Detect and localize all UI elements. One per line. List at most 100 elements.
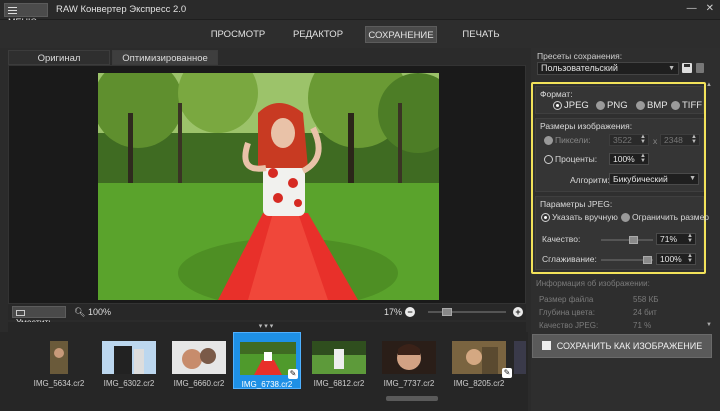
size-title: Размеры изображения: [540, 121, 633, 131]
quality-label: Качество: [542, 234, 581, 244]
filmstrip: IMG_5634.cr2 IMG_6302.cr2 IMG_6660.cr2 ✎… [0, 332, 528, 411]
thumbnail[interactable]: IMG_7737.cr2 [374, 332, 444, 392]
thumbnail-partial[interactable] [514, 332, 526, 392]
jpeg-limit-option[interactable]: Ограничить размер [621, 212, 709, 223]
scroll-down-icon[interactable]: ▼ [706, 322, 712, 328]
info-title: Информация об изображении: [536, 279, 650, 288]
zoom-bar: Уместить 🔍︎ 100% 17% − + [8, 304, 526, 327]
quality-slider[interactable] [601, 236, 653, 244]
scroll-up-icon[interactable]: ▲ [706, 82, 712, 88]
preview-photo [98, 73, 439, 300]
info-key: Качество JPEG: [539, 321, 599, 330]
smoothing-slider[interactable] [601, 256, 653, 264]
spinner-icon: ▲ ▼ [691, 134, 697, 145]
panel-scrollbar[interactable]: ▲ ▼ [705, 82, 712, 330]
format-title: Формат: [540, 89, 573, 99]
tab-save[interactable]: СОХРАНЕНИЕ [365, 26, 437, 43]
app-title: RAW Конвертер Экспресс 2.0 [56, 4, 187, 15]
algorithm-label: Алгоритм: [570, 175, 610, 185]
chevron-down-icon: ▼ [668, 65, 675, 72]
thumbnail-image [94, 341, 164, 374]
menu-button[interactable]: МЕНЮ [4, 3, 48, 27]
jpeg-manual-option[interactable]: Указать вручную [541, 212, 618, 223]
radio-icon [553, 101, 562, 110]
info-value: 24 бит [633, 308, 657, 317]
format-tiff[interactable]: TIFF [671, 100, 702, 111]
minimize-icon[interactable]: — [687, 3, 697, 14]
thumbnail[interactable]: IMG_6812.cr2 [304, 332, 374, 392]
edited-badge-icon: ✎ [288, 369, 298, 379]
spinner-icon: ▲ ▼ [640, 153, 646, 164]
quality-slider-thumb[interactable] [629, 236, 638, 244]
format-jpeg[interactable]: JPEG [553, 100, 589, 111]
smoothing-input[interactable]: 100% ▲ ▼ [656, 253, 696, 265]
title-bar: МЕНЮ RAW Конвертер Экспресс 2.0 — ✕ [0, 0, 720, 27]
radio-icon [636, 101, 645, 110]
save-preset-icon[interactable] [682, 63, 692, 73]
save-as-image-button[interactable]: СОХРАНИТЬ КАК ИЗОБРАЖЕНИЕ [532, 334, 712, 358]
width-input[interactable]: 3522 ▲ ▼ [609, 134, 649, 146]
info-key: Размер файла [539, 295, 594, 304]
hamburger-icon [8, 5, 17, 16]
size-section: Размеры изображения: Пиксели: 3522 ▲ ▼ x 2… [535, 118, 704, 192]
chevron-down-icon: ▼ [689, 175, 696, 182]
size-x-separator: x [653, 136, 658, 146]
settings-highlight: Формат: JPEG PNG BMP TIFF Размеры изобра… [531, 82, 709, 274]
actual-size-label: 100% [87, 307, 111, 317]
magnifier-icon: 🔍︎ [74, 307, 86, 317]
thumbnail-label: IMG_6738.cr2 [241, 380, 293, 389]
tab-view[interactable]: ПРОСМОТР [206, 26, 270, 43]
jpeg-section: Параметры JPEG: Указать вручную Ограничи… [535, 196, 709, 270]
radio-icon [544, 154, 553, 164]
height-input[interactable]: 2348 ▲ ▼ [660, 134, 700, 146]
algorithm-select[interactable]: Бикубический ▼ [609, 173, 699, 185]
thumbnail-label: IMG_6660.cr2 [173, 379, 225, 388]
thumbnail[interactable]: ✎ IMG_8205.cr2 [444, 332, 514, 392]
preset-value: Пользовательский [541, 63, 618, 73]
percent-input[interactable]: 100% ▲ ▼ [609, 153, 649, 165]
tab-print[interactable]: ПЕЧАТЬ [452, 26, 510, 43]
radio-icon [621, 212, 630, 222]
zoom-slider-thumb[interactable] [442, 308, 452, 316]
preset-select[interactable]: Пользовательский ▼ [537, 62, 679, 75]
thumbnail-image [304, 341, 374, 374]
filmstrip-scrollbar[interactable] [386, 396, 438, 401]
jpeg-title: Параметры JPEG: [540, 199, 613, 209]
thumbnail-image [164, 341, 234, 374]
thumbnail[interactable]: IMG_6302.cr2 [94, 332, 164, 392]
format-png[interactable]: PNG [596, 100, 628, 111]
zoom-in-button[interactable]: + [513, 307, 523, 317]
tab-original[interactable]: Оригинал [8, 50, 110, 65]
image-viewer[interactable] [8, 65, 526, 304]
radio-icon [596, 101, 605, 110]
zoom-out-button[interactable]: − [405, 307, 415, 317]
save-icon [541, 341, 551, 351]
thumbnail-image [374, 341, 444, 374]
thumbnail[interactable]: IMG_6660.cr2 [164, 332, 234, 392]
save-as-label: СОХРАНИТЬ КАК ИЗОБРАЖЕНИЕ [556, 341, 703, 351]
smoothing-slider-thumb[interactable] [643, 256, 652, 264]
filmstrip-toggle[interactable]: ▾▾▾ [8, 322, 526, 332]
actual-size-control[interactable]: 🔍︎ 100% [74, 307, 111, 318]
format-bmp[interactable]: BMP [636, 100, 668, 111]
window-controls: — ✕ [687, 3, 714, 14]
presets-label: Пресеты сохранения: [537, 51, 623, 61]
edited-badge-icon: ✎ [502, 368, 512, 378]
close-icon[interactable]: ✕ [706, 3, 714, 14]
size-pixels-option[interactable]: Пиксели: [544, 135, 590, 146]
main-nav: ПРОСМОТР РЕДАКТОР СОХРАНЕНИЕ ПЕЧАТЬ [0, 20, 720, 48]
delete-preset-icon[interactable] [696, 63, 704, 73]
radio-icon [671, 101, 680, 110]
thumbnail-image [514, 341, 526, 374]
tab-optimized[interactable]: Оптимизированное [112, 50, 218, 65]
info-value: 71 % [633, 321, 652, 330]
size-percent-option[interactable]: Проценты: [544, 154, 597, 165]
spinner-icon: ▲ ▼ [687, 253, 693, 264]
thumbnail-selected[interactable]: ✎ IMG_6738.cr2 [233, 332, 301, 389]
monitor-icon [16, 309, 25, 316]
quality-input[interactable]: 71% ▲ ▼ [656, 233, 696, 245]
thumbnail[interactable]: IMG_5634.cr2 [24, 332, 94, 392]
fit-button[interactable]: Уместить [12, 306, 66, 327]
zoom-slider[interactable] [428, 308, 506, 316]
tab-editor[interactable]: РЕДАКТОР [286, 26, 350, 43]
